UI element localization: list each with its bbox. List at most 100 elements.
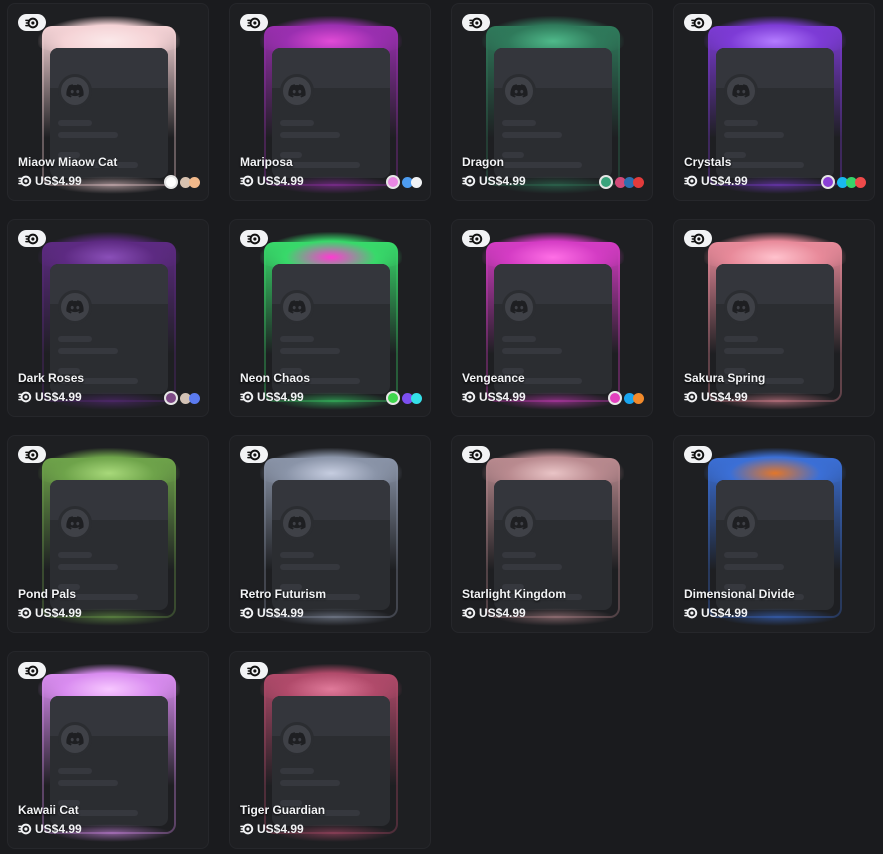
decoration-card-miaow-miaow-cat[interactable]: Miaow Miaow Cat US$4.99 xyxy=(7,3,209,201)
decoration-card-dimensional-divide[interactable]: Dimensional Divide US$4.99 xyxy=(673,435,875,633)
color-variant-swatch[interactable] xyxy=(189,392,200,404)
discord-avatar-icon xyxy=(502,74,536,108)
decoration-card-retro-futurism[interactable]: Retro Futurism US$4.99 xyxy=(229,435,431,633)
color-variant-swatch[interactable] xyxy=(411,392,422,404)
decoration-name: Vengeance xyxy=(462,371,525,385)
discord-avatar-icon xyxy=(58,290,92,324)
decoration-price: US$4.99 xyxy=(35,822,82,836)
price-row: US$4.99 xyxy=(18,606,82,620)
color-variant-swatch[interactable] xyxy=(164,175,178,189)
decoration-topper xyxy=(482,16,624,52)
discord-avatar-icon xyxy=(724,506,758,540)
orb-icon xyxy=(18,174,32,188)
price-row: US$4.99 xyxy=(684,390,748,404)
profile-placeholder-line xyxy=(502,336,536,342)
price-row: US$4.99 xyxy=(18,822,82,836)
decoration-card-pond-pals[interactable]: Pond Pals US$4.99 xyxy=(7,435,209,633)
discord-avatar-icon xyxy=(58,722,92,756)
nitro-icon xyxy=(684,446,712,463)
color-variant-swatch[interactable] xyxy=(164,391,178,405)
decoration-card-neon-chaos[interactable]: Neon Chaos US$4.99 xyxy=(229,219,431,417)
decoration-topper xyxy=(260,664,402,700)
decoration-card-vengeance[interactable]: Vengeance US$4.99 xyxy=(451,219,653,417)
price-row: US$4.99 xyxy=(240,822,304,836)
profile-placeholder-line xyxy=(58,564,118,570)
profile-placeholder-line xyxy=(502,152,524,158)
color-variant-swatch[interactable] xyxy=(599,175,613,189)
decoration-price: US$4.99 xyxy=(701,606,748,620)
orb-icon xyxy=(18,390,32,404)
decoration-topper xyxy=(482,232,624,268)
profile-placeholder-line xyxy=(58,768,92,774)
color-variant-swatch[interactable] xyxy=(386,175,400,189)
profile-card-mockup xyxy=(494,48,612,178)
decoration-name: Sakura Spring xyxy=(684,371,766,385)
profile-placeholder-line xyxy=(58,780,118,786)
decoration-card-dark-roses[interactable]: Dark Roses US$4.99 xyxy=(7,219,209,417)
orb-icon xyxy=(684,606,698,620)
profile-placeholder-line xyxy=(724,348,784,354)
decoration-grid: Miaow Miaow Cat US$4.99 Mariposa US$4.99 Dra… xyxy=(7,3,875,849)
discord-avatar-icon xyxy=(724,74,758,108)
nitro-icon xyxy=(462,446,490,463)
profile-placeholder-line xyxy=(280,768,314,774)
decoration-price: US$4.99 xyxy=(257,174,304,188)
decoration-price: US$4.99 xyxy=(701,174,748,188)
color-variant-swatch[interactable] xyxy=(821,175,835,189)
color-variant-swatch[interactable] xyxy=(855,176,866,188)
orb-icon xyxy=(18,606,32,620)
profile-placeholder-line xyxy=(502,348,562,354)
discord-avatar-icon xyxy=(502,506,536,540)
color-variant-swatch[interactable] xyxy=(633,176,644,188)
nitro-icon xyxy=(240,662,268,679)
decoration-name: Pond Pals xyxy=(18,587,77,601)
decoration-price: US$4.99 xyxy=(257,606,304,620)
decoration-topper xyxy=(482,448,624,484)
decoration-card-sakura-spring[interactable]: Sakura Spring US$4.99 xyxy=(673,219,875,417)
decoration-card-starlight-kingdom[interactable]: Starlight Kingdom US$4.99 xyxy=(451,435,653,633)
decoration-card-dragon[interactable]: Dragon US$4.99 xyxy=(451,3,653,201)
decoration-price: US$4.99 xyxy=(479,390,526,404)
color-variant-swatch[interactable] xyxy=(386,391,400,405)
profile-placeholder-line xyxy=(58,120,92,126)
nitro-icon xyxy=(18,14,46,31)
profile-placeholder-line xyxy=(502,564,562,570)
decoration-card-crystals[interactable]: Crystals US$4.99 xyxy=(673,3,875,201)
profile-placeholder-line xyxy=(58,552,92,558)
color-variant-picker xyxy=(386,175,422,189)
decoration-card-kawaii-cat[interactable]: Kawaii Cat US$4.99 xyxy=(7,651,209,849)
decoration-topper xyxy=(704,16,846,52)
color-variant-picker xyxy=(386,391,422,405)
color-variant-swatch[interactable] xyxy=(411,176,422,188)
decoration-card-mariposa[interactable]: Mariposa US$4.99 xyxy=(229,3,431,201)
profile-placeholder-line xyxy=(280,552,314,558)
price-row: US$4.99 xyxy=(462,174,526,188)
decoration-name: Crystals xyxy=(684,155,732,169)
profile-placeholder-line xyxy=(724,162,804,168)
decoration-name: Tiger Guardian xyxy=(240,803,326,817)
profile-placeholder-line xyxy=(724,552,758,558)
orb-icon xyxy=(462,174,476,188)
decoration-name: Mariposa xyxy=(240,155,293,169)
profile-placeholder-line xyxy=(502,132,562,138)
decoration-name: Kawaii Cat xyxy=(18,803,79,817)
color-variant-swatch[interactable] xyxy=(633,392,644,404)
profile-placeholder-line xyxy=(502,120,536,126)
discord-avatar-icon xyxy=(280,74,314,108)
color-variant-picker xyxy=(608,391,644,405)
discord-avatar-icon xyxy=(58,74,92,108)
decoration-card-tiger-guardian[interactable]: Tiger Guardian US$4.99 xyxy=(229,651,431,849)
orb-icon xyxy=(684,174,698,188)
decoration-name: Starlight Kingdom xyxy=(462,587,566,601)
orb-icon xyxy=(240,174,254,188)
price-row: US$4.99 xyxy=(684,606,748,620)
discord-avatar-icon xyxy=(58,506,92,540)
profile-placeholder-line xyxy=(280,120,314,126)
color-variant-swatch[interactable] xyxy=(608,391,622,405)
discord-avatar-icon xyxy=(502,290,536,324)
color-variant-swatch[interactable] xyxy=(189,176,200,188)
decoration-name: Dimensional Divide xyxy=(684,587,795,601)
orb-icon xyxy=(684,390,698,404)
discord-avatar-icon xyxy=(280,506,314,540)
profile-placeholder-line xyxy=(280,348,340,354)
